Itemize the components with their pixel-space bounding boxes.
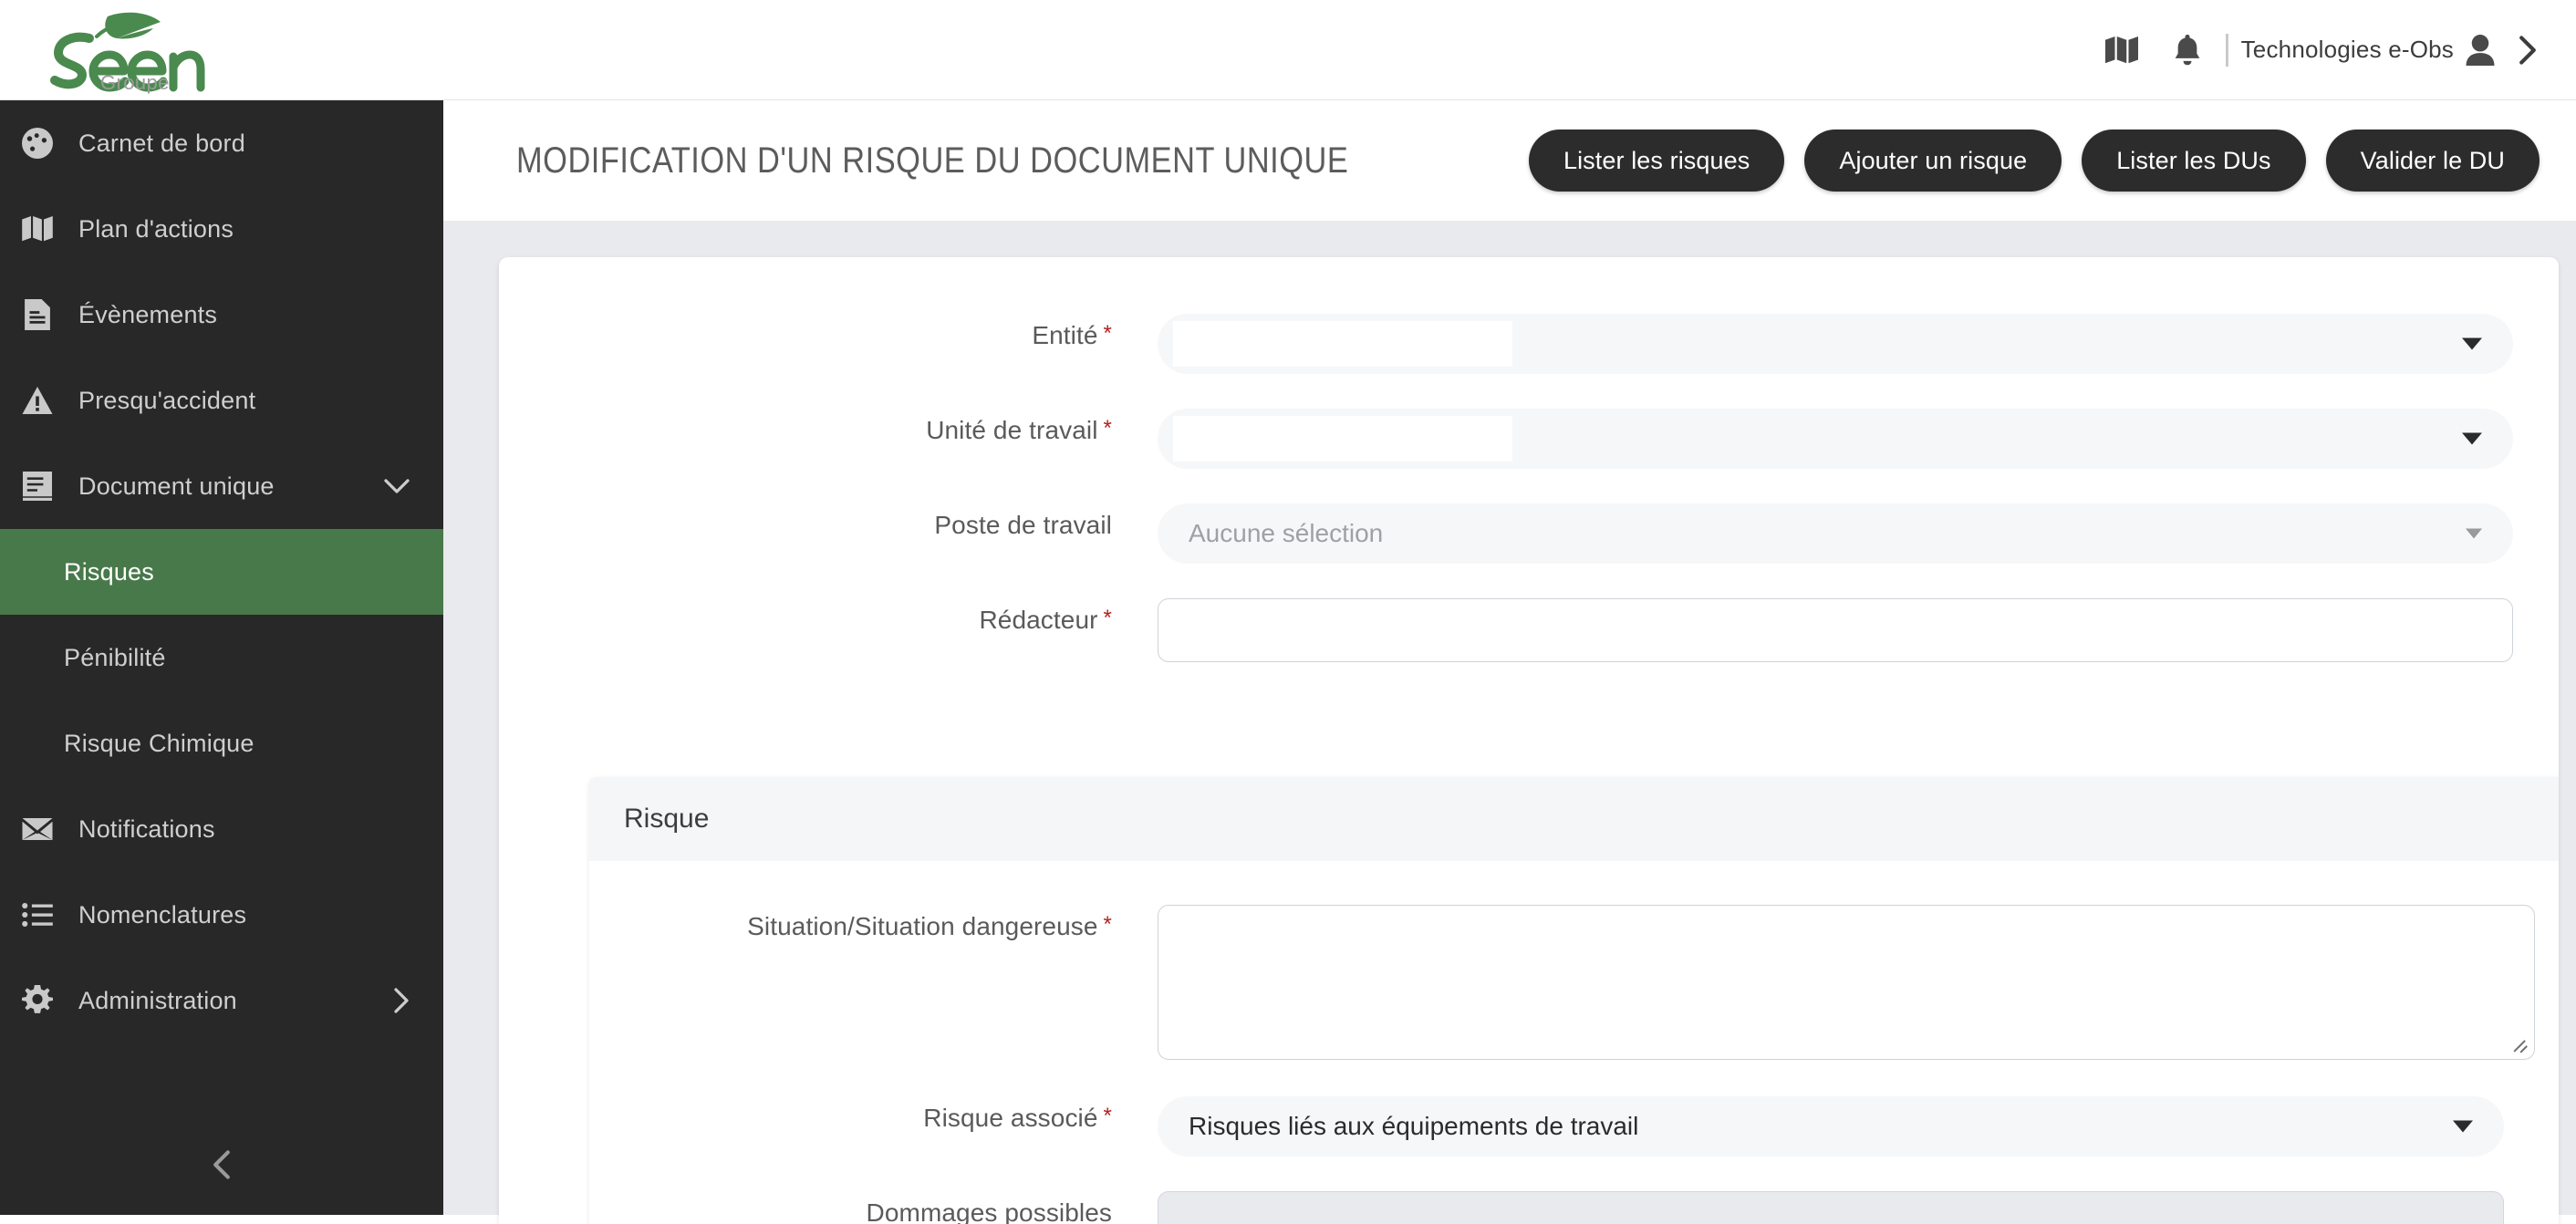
lister-les-dus-button[interactable]: Lister les DUs bbox=[2082, 130, 2306, 192]
sidebar: Carnet de bord Plan d'actions Évènements… bbox=[0, 100, 443, 1215]
required-marker: * bbox=[1103, 416, 1112, 441]
sidebar-item-risques[interactable]: Risques bbox=[0, 529, 443, 615]
sidebar-item-label: Risques bbox=[64, 557, 154, 586]
risque-associe-label: Risque associé * bbox=[923, 1104, 1112, 1132]
unite-de-travail-label: Unité de travail * bbox=[926, 416, 1112, 444]
dashboard-icon bbox=[18, 128, 57, 159]
risque-section-header: Risque bbox=[589, 777, 2559, 861]
poste-de-travail-select[interactable]: Aucune sélection bbox=[1158, 503, 2513, 564]
chevron-down-icon bbox=[2453, 1120, 2473, 1133]
chevron-down-icon bbox=[2462, 337, 2482, 350]
sidebar-item-risque-chimique[interactable]: Risque Chimique bbox=[0, 700, 443, 786]
entite-search-input[interactable] bbox=[1173, 321, 1512, 367]
warning-icon bbox=[18, 387, 57, 414]
sidebar-item-administration[interactable]: Administration bbox=[0, 958, 443, 1043]
entite-select[interactable] bbox=[1158, 314, 2513, 374]
top-bar-divider bbox=[2225, 33, 2228, 67]
page-header-actions: Lister les risques Ajouter un risque Lis… bbox=[1528, 130, 2540, 192]
risque-section-panel: Risque Situation/Situation dangereuse * R… bbox=[589, 777, 2559, 1224]
unite-de-travail-select[interactable] bbox=[1158, 409, 2513, 469]
sidebar-item-penibilite[interactable]: Pénibilité bbox=[0, 615, 443, 700]
page-header: MODIFICATION D'UN RISQUE DU DOCUMENT UNI… bbox=[443, 100, 2576, 221]
sidebar-item-label: Carnet de bord bbox=[78, 129, 245, 157]
entite-label: Entité * bbox=[1032, 321, 1112, 349]
field-row-entite: Entité * bbox=[499, 314, 2559, 374]
book-icon bbox=[18, 472, 57, 501]
situation-label: Situation/Situation dangereuse * bbox=[747, 912, 1112, 940]
risque-associe-select[interactable]: Risques liés aux équipements de travail bbox=[1158, 1096, 2504, 1157]
dommages-possibles-textarea[interactable] bbox=[1158, 1191, 2504, 1224]
sidebar-item-label: Administration bbox=[78, 986, 237, 1014]
account-name[interactable]: Technologies e-Obs bbox=[2241, 36, 2454, 64]
risque-associe-value: Risques liés aux équipements de travail bbox=[1189, 1112, 1639, 1140]
top-bar-right-cluster: Technologies e-Obs bbox=[2089, 0, 2549, 99]
brand-logo[interactable]: Groupe bbox=[44, 7, 226, 95]
dommages-possibles-label: Dommages possibles bbox=[866, 1198, 1112, 1224]
sidebar-item-document-unique[interactable]: Document unique bbox=[0, 443, 443, 529]
unite-de-travail-search-input[interactable] bbox=[1173, 416, 1512, 462]
valider-le-du-button[interactable]: Valider le DU bbox=[2325, 130, 2540, 192]
redacteur-label: Rédacteur * bbox=[979, 606, 1112, 634]
resize-grip-icon[interactable] bbox=[2513, 1039, 2529, 1055]
chevron-down-icon bbox=[2466, 528, 2482, 539]
field-row-redacteur: Rédacteur * bbox=[499, 598, 2559, 662]
sidebar-collapse-button[interactable] bbox=[0, 1135, 443, 1198]
sidebar-item-label: Document unique bbox=[78, 472, 275, 500]
map-icon bbox=[18, 216, 57, 242]
field-row-risque-associe: Risque associé * Risques liés aux équipem… bbox=[589, 1096, 2559, 1157]
sidebar-item-nomenclatures[interactable]: Nomenclatures bbox=[0, 872, 443, 958]
user-icon[interactable] bbox=[2454, 17, 2507, 83]
top-bar: Groupe Technologies e-Obs bbox=[0, 0, 2576, 100]
sidebar-item-label: Plan d'actions bbox=[78, 214, 234, 243]
bell-icon[interactable] bbox=[2155, 17, 2220, 83]
account-chevron-right-icon[interactable] bbox=[2507, 17, 2549, 83]
poste-de-travail-label: Poste de travail bbox=[934, 511, 1112, 539]
map-icon[interactable] bbox=[2089, 17, 2155, 83]
field-row-poste-de-travail: Poste de travail Aucune sélection bbox=[499, 503, 2559, 564]
risque-section-title: Risque bbox=[624, 804, 710, 834]
sidebar-item-evenements[interactable]: Évènements bbox=[0, 272, 443, 358]
sidebar-item-label: Évènements bbox=[78, 300, 218, 328]
sidebar-item-presquaccident[interactable]: Presqu'accident bbox=[0, 358, 443, 443]
lister-les-risques-button[interactable]: Lister les risques bbox=[1528, 130, 1785, 192]
document-icon bbox=[18, 299, 57, 330]
required-marker: * bbox=[1103, 606, 1112, 630]
sidebar-item-label: Presqu'accident bbox=[78, 386, 256, 414]
situation-textarea[interactable] bbox=[1158, 905, 2535, 1060]
field-row-dommages-possibles: Dommages possibles bbox=[589, 1191, 2559, 1224]
field-row-unite-de-travail: Unité de travail * bbox=[499, 409, 2559, 469]
sidebar-item-label: Nomenclatures bbox=[78, 900, 247, 928]
ajouter-un-risque-button[interactable]: Ajouter un risque bbox=[1804, 130, 2062, 192]
required-marker: * bbox=[1103, 1104, 1112, 1128]
poste-de-travail-placeholder: Aucune sélection bbox=[1189, 519, 1384, 547]
page-title: MODIFICATION D'UN RISQUE DU DOCUMENT UNI… bbox=[516, 140, 1349, 181]
brand-tagline: Groupe bbox=[100, 71, 170, 94]
chevron-left-icon bbox=[212, 1149, 232, 1185]
list-icon bbox=[18, 903, 57, 927]
main-content: MODIFICATION D'UN RISQUE DU DOCUMENT UNI… bbox=[443, 100, 2576, 1224]
sidebar-item-notifications[interactable]: Notifications bbox=[0, 786, 443, 872]
envelope-icon bbox=[18, 818, 57, 840]
sidebar-item-label: Risque Chimique bbox=[64, 729, 254, 757]
chevron-down-icon bbox=[2462, 432, 2482, 445]
required-marker: * bbox=[1103, 321, 1112, 346]
sidebar-item-label: Notifications bbox=[78, 814, 215, 843]
field-row-situation: Situation/Situation dangereuse * bbox=[589, 905, 2559, 1060]
chevron-right-icon[interactable] bbox=[392, 987, 410, 1014]
sidebar-item-label: Pénibilité bbox=[64, 643, 166, 671]
required-marker: * bbox=[1103, 912, 1112, 937]
sidebar-item-carnet-de-bord[interactable]: Carnet de bord bbox=[0, 100, 443, 186]
sidebar-item-plan-dactions[interactable]: Plan d'actions bbox=[0, 186, 443, 272]
risk-form-card: Entité * Unité de travail * Poste de trava… bbox=[499, 257, 2559, 1224]
gear-icon bbox=[18, 985, 57, 1016]
chevron-down-icon[interactable] bbox=[383, 477, 410, 495]
redacteur-input[interactable] bbox=[1158, 598, 2513, 662]
